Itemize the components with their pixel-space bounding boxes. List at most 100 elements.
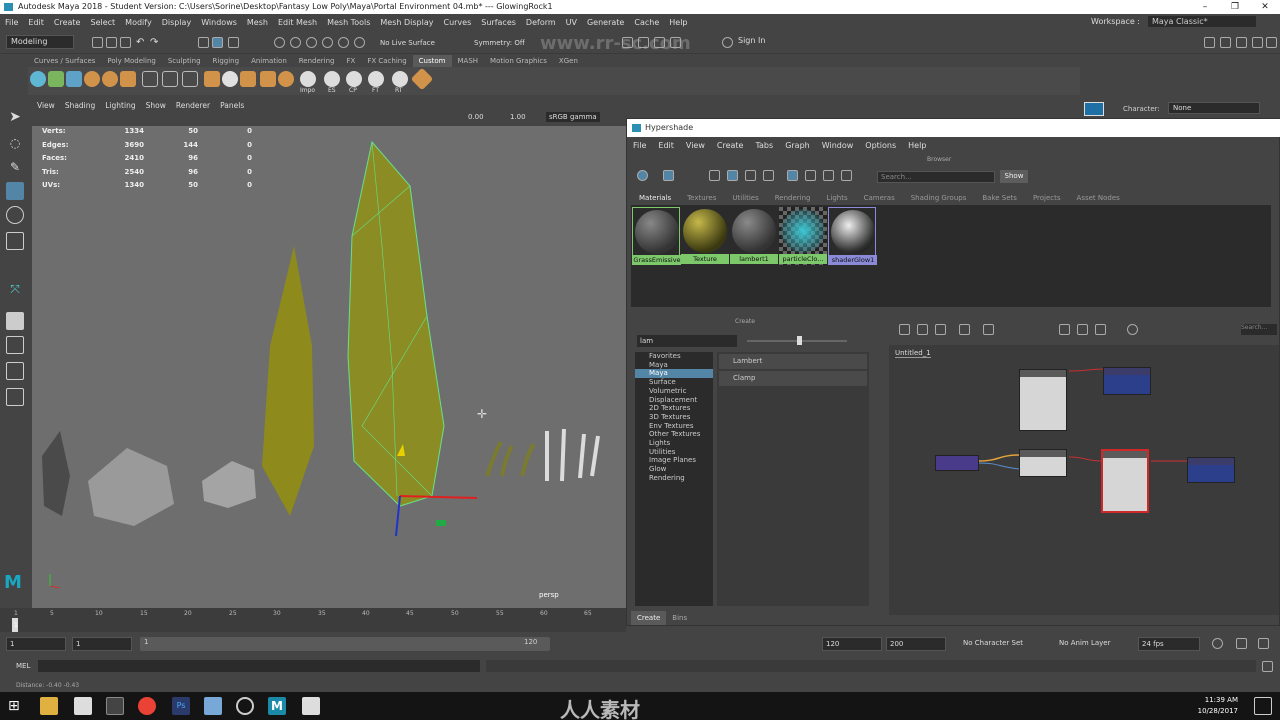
shading-group-node[interactable] bbox=[1187, 457, 1235, 483]
vp-menu-shading[interactable]: Shading bbox=[60, 100, 100, 111]
tree-item[interactable]: Surface bbox=[635, 378, 713, 387]
fps-dropdown[interactable]: 24 fps bbox=[1138, 637, 1200, 651]
render-settings-icon[interactable] bbox=[654, 37, 665, 48]
graph-input-icon[interactable] bbox=[899, 324, 910, 335]
shelf-rt-icon[interactable] bbox=[392, 71, 408, 87]
playback-end-field[interactable]: 120 bbox=[822, 637, 882, 651]
shelf-tab-mash[interactable]: MASH bbox=[452, 55, 485, 67]
hs-menu-create[interactable]: Create bbox=[711, 139, 750, 153]
shelf-tab-rigging[interactable]: Rigging bbox=[207, 55, 246, 67]
tree-item[interactable]: Image Planes bbox=[635, 456, 713, 465]
browser-show-button[interactable]: Show bbox=[1000, 170, 1028, 183]
browser-medium-icons-icon[interactable] bbox=[745, 170, 756, 181]
material-swatch[interactable]: particleClo... bbox=[779, 207, 827, 265]
shelf-es-icon[interactable] bbox=[324, 71, 340, 87]
material-swatch[interactable]: Texture bbox=[681, 207, 729, 265]
sign-in-button[interactable]: Sign In bbox=[734, 35, 800, 49]
shelf-gear-icon[interactable] bbox=[84, 71, 100, 87]
hs-menu-file[interactable]: File bbox=[627, 139, 652, 153]
select-object-icon[interactable] bbox=[212, 37, 223, 48]
notifications-icon[interactable] bbox=[1254, 697, 1272, 715]
script-editor-icon[interactable] bbox=[1262, 661, 1273, 672]
snap-pivot-icon[interactable] bbox=[354, 37, 365, 48]
menu-mesh-display[interactable]: Mesh Display bbox=[375, 18, 438, 27]
tree-item[interactable]: Maya bbox=[635, 369, 713, 379]
menu-file[interactable]: File bbox=[0, 18, 23, 27]
menu-mesh[interactable]: Mesh bbox=[242, 18, 273, 27]
paint-select-icon[interactable]: ✎ bbox=[6, 158, 24, 176]
tab-projects[interactable]: Projects bbox=[1025, 193, 1069, 204]
persp-outliner-icon[interactable] bbox=[6, 388, 24, 406]
render-icon[interactable] bbox=[622, 37, 633, 48]
shelf-tab-fx-caching[interactable]: FX Caching bbox=[361, 55, 412, 67]
attribute-editor-icon[interactable] bbox=[1220, 37, 1231, 48]
shelf-tab-xgen[interactable]: XGen bbox=[553, 55, 584, 67]
exposure-value[interactable]: 0.00 bbox=[468, 113, 484, 121]
shelf-brush-icon[interactable] bbox=[120, 71, 136, 87]
gamma-value[interactable]: 1.00 bbox=[510, 113, 526, 121]
tab-rendering[interactable]: Rendering bbox=[767, 193, 819, 204]
shader-node-grassemissive[interactable] bbox=[1019, 369, 1067, 431]
open-scene-icon[interactable] bbox=[106, 37, 117, 48]
browser-sort-name-icon[interactable] bbox=[787, 170, 798, 181]
create-result-clamp[interactable]: Clamp bbox=[719, 371, 867, 386]
tree-item[interactable]: 3D Textures bbox=[635, 413, 713, 422]
menu-uv[interactable]: UV bbox=[561, 18, 582, 27]
tree-item[interactable]: Favorites bbox=[635, 352, 713, 361]
shelf-deform-icon[interactable] bbox=[102, 71, 118, 87]
menu-edit-mesh[interactable]: Edit Mesh bbox=[273, 18, 322, 27]
time-slider[interactable]: 1 5 10 15 20 25 30 35 40 45 50 55 60 65 … bbox=[0, 608, 626, 632]
material-swatch[interactable]: lambert1 bbox=[730, 207, 778, 265]
browser-sort-type-icon[interactable] bbox=[805, 170, 816, 181]
tool-settings-icon[interactable] bbox=[1236, 37, 1247, 48]
tree-item[interactable]: Rendering bbox=[635, 474, 713, 483]
browser-sort-reverse-icon[interactable] bbox=[841, 170, 852, 181]
rotate-tool-icon[interactable] bbox=[6, 206, 24, 224]
scene-objects[interactable]: ✛ bbox=[32, 126, 626, 608]
browser-small-icons-icon[interactable] bbox=[727, 170, 738, 181]
shelf-cp-icon[interactable] bbox=[346, 71, 362, 87]
shelf-tab-sculpting[interactable]: Sculpting bbox=[162, 55, 207, 67]
minimize-button[interactable]: – bbox=[1190, 0, 1220, 14]
workspace-value[interactable]: Maya Classic* bbox=[1148, 16, 1256, 27]
shelf-donut-icon[interactable] bbox=[278, 71, 294, 87]
shelf-lattice-icon[interactable] bbox=[142, 71, 158, 87]
hs-menu-view[interactable]: View bbox=[680, 139, 711, 153]
graph-layout-icon[interactable] bbox=[983, 324, 994, 335]
create-result-lambert[interactable]: Lambert bbox=[719, 354, 867, 369]
photo-app-icon[interactable] bbox=[74, 697, 92, 715]
file-texture-node[interactable] bbox=[1019, 449, 1067, 477]
lasso-tool-icon[interactable]: ◌ bbox=[6, 134, 24, 152]
maya-taskbar-icon[interactable]: M bbox=[268, 697, 286, 715]
shelf-tab-rendering[interactable]: Rendering bbox=[293, 55, 341, 67]
photoshop-icon[interactable]: Ps bbox=[172, 697, 190, 715]
tab-asset-nodes[interactable]: Asset Nodes bbox=[1069, 193, 1128, 204]
graph-simple-icon[interactable] bbox=[1059, 324, 1070, 335]
new-scene-icon[interactable] bbox=[92, 37, 103, 48]
windows-start-icon[interactable]: ⊞ bbox=[8, 697, 26, 715]
select-component-icon[interactable] bbox=[228, 37, 239, 48]
snap-point-icon[interactable] bbox=[306, 37, 317, 48]
single-view-icon[interactable] bbox=[6, 312, 24, 330]
hs-menu-window[interactable]: Window bbox=[816, 139, 860, 153]
channel-box-icon[interactable] bbox=[1252, 37, 1263, 48]
tree-item[interactable]: Maya bbox=[635, 361, 713, 370]
scale-tool-icon[interactable] bbox=[6, 232, 24, 250]
graph-output-icon[interactable] bbox=[935, 324, 946, 335]
save-scene-icon[interactable] bbox=[120, 37, 131, 48]
menu-help[interactable]: Help bbox=[664, 18, 692, 27]
shelf-pen-icon[interactable] bbox=[182, 71, 198, 87]
menu-select[interactable]: Select bbox=[85, 18, 120, 27]
tree-item[interactable]: Env Textures bbox=[635, 422, 713, 431]
menu-create[interactable]: Create bbox=[49, 18, 86, 27]
live-surface-label[interactable]: No Live Surface bbox=[380, 39, 435, 47]
menu-modify[interactable]: Modify bbox=[120, 18, 157, 27]
hs-menu-edit[interactable]: Edit bbox=[652, 139, 680, 153]
tab-cameras[interactable]: Cameras bbox=[856, 193, 903, 204]
character-set-dropdown[interactable]: No Character Set bbox=[960, 637, 1048, 651]
shelf-tab-poly-modeling[interactable]: Poly Modeling bbox=[101, 55, 161, 67]
menu-curves[interactable]: Curves bbox=[438, 18, 476, 27]
menu-mesh-tools[interactable]: Mesh Tools bbox=[322, 18, 375, 27]
mel-label[interactable]: MEL bbox=[16, 662, 30, 670]
browser-list-icon[interactable] bbox=[709, 170, 720, 181]
